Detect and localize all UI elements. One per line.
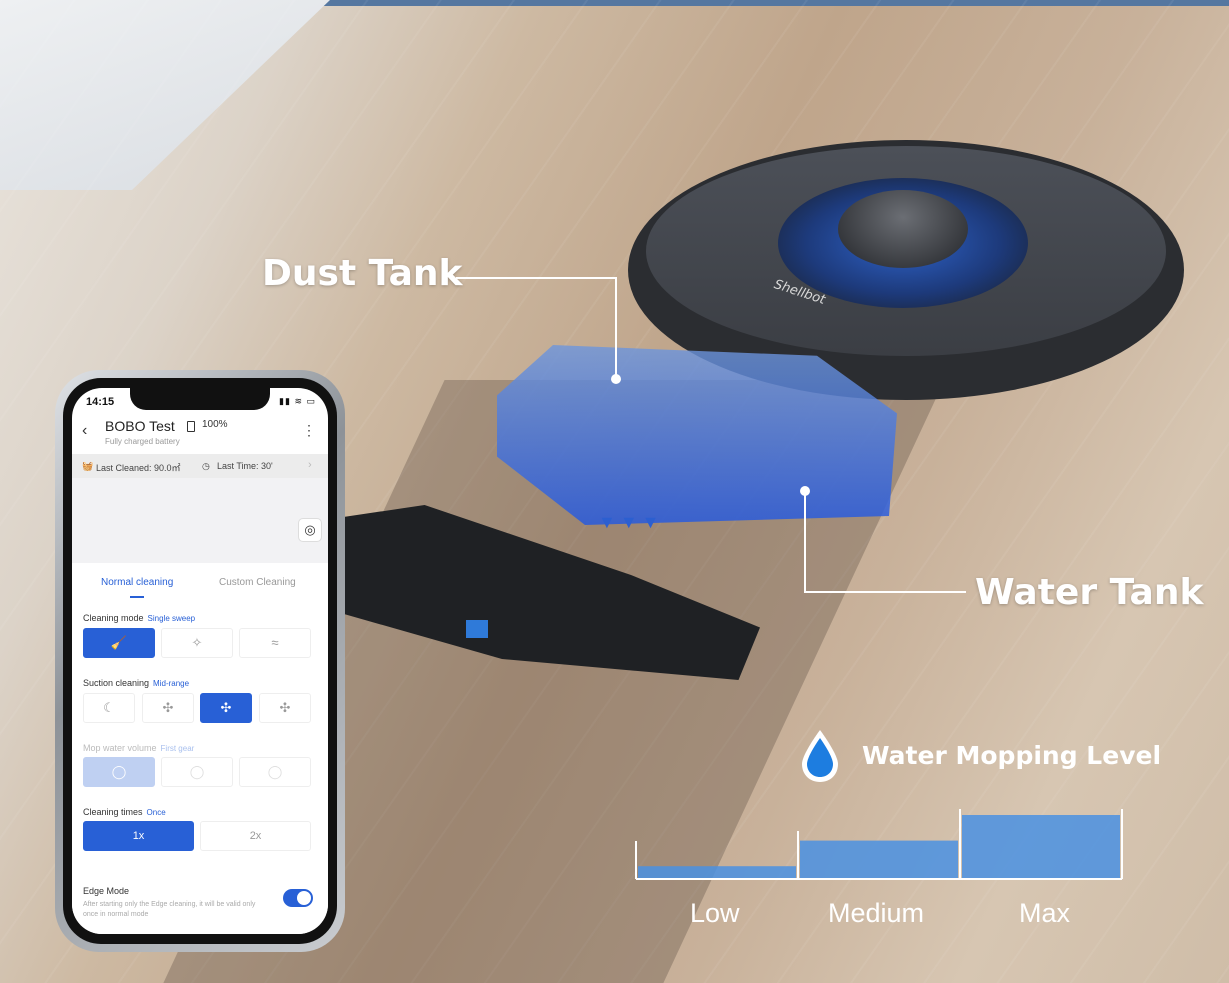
cleaning-settings-panel: Normal cleaning Custom Cleaning Cleaning… [72,563,328,934]
cleaning-mode-section: Cleaning mode Single sweep [83,613,195,623]
level-low-label: Low [690,898,740,928]
edge-mode-toggle[interactable] [283,889,313,907]
clock-icon: ◷ [202,461,210,471]
last-cleaned-area: Last Cleaned: 90.0㎡ [96,463,181,473]
level-medium-label: Medium [828,898,925,928]
drop-icon: ◯ [267,764,283,779]
broom-icon: 🧹 [110,635,128,650]
status-time: 14:15 [86,396,115,408]
mop-water-value: First gear [160,744,195,753]
product-hero: Shellbot ▼▼▼ Dust Tank Water Tank Water … [0,0,1229,983]
fan-low-icon: ✣ [162,700,174,715]
robot-lidar-turret [838,190,968,268]
times-2x-button[interactable]: 2x [200,821,311,851]
battery-status: Fully charged battery [105,437,180,446]
cleaning-times-label: Cleaning times [83,807,143,817]
mode-sweep-button[interactable]: 🧹 [83,628,155,658]
cleaning-mode-label: Cleaning mode [83,613,144,623]
water-tank-line-v [804,491,806,592]
water-drop-icon [798,728,842,784]
robot-locate-icon[interactable]: ◎ [298,518,322,542]
suction-max-button[interactable]: ✣ [259,693,311,723]
wave-icon: ≈ [271,635,279,650]
water-mopping-level-title: Water Mopping Level [862,741,1162,770]
mode-sweep-mop-button[interactable]: ✧ [161,628,233,658]
chevron-right-icon: › [308,459,312,471]
status-icons: ▮▮ ≋ ▭ [279,396,316,406]
mop-latch [466,620,488,638]
water-second-gear-button[interactable]: ◯ [161,757,233,787]
drop-icon: ◯ [111,764,127,779]
broom-drop-icon: ✧ [191,635,203,650]
device-name: BOBO Test [105,418,175,434]
flow-arrows-icon: ▼▼▼ [598,512,664,532]
cleaning-stats-bar[interactable]: 🧺 Last Cleaned: 90.0㎡ ◷ Last Time: 30' › [72,454,328,478]
suction-value: Mid-range [153,679,190,688]
mode-mop-button[interactable]: ≈ [239,628,311,658]
edge-mode-description: After starting only the Edge cleaning, i… [83,901,256,918]
app-screen: 14:15 ▮▮ ≋ ▭ ‹ BOBO Test 100% Fully char… [72,388,328,934]
back-icon[interactable]: ‹ [82,422,87,440]
water-level-chart [635,809,1123,880]
dust-tank-label: Dust Tank [262,253,463,294]
moon-icon: ☾ [103,700,115,715]
suction-standard-button[interactable]: ✣ [142,693,194,723]
fan-mid-icon: ✣ [220,700,232,715]
mop-water-label: Mop water volume [83,743,157,753]
water-tank-line-h [804,591,966,593]
cleaning-mode-value: Single sweep [147,614,196,623]
water-tank-label: Water Tank [975,572,1204,613]
tab-custom-cleaning[interactable]: Custom Cleaning [219,577,296,588]
suction-quiet-button[interactable]: ☾ [83,693,135,723]
times-1x-button[interactable]: 1x [83,821,194,851]
map-area[interactable]: ◎ [72,478,328,563]
cleaning-times-value: Once [146,808,166,817]
edge-mode-title: Edge Mode [83,886,130,896]
cleaning-times-section: Cleaning times Once [83,807,166,817]
battery-icon [187,421,195,432]
water-level-bar-medium [800,840,958,879]
last-cleaning-time: Last Time: 30' [217,461,273,471]
water-level-bar-low [638,866,796,879]
active-tab-indicator [130,596,144,598]
tab-normal-cleaning[interactable]: Normal cleaning [101,577,173,588]
water-level-bar-max [962,815,1120,879]
water-dust-tank-image [497,345,897,525]
more-menu-icon[interactable]: ⋮ [302,422,316,439]
app-header: ‹ BOBO Test 100% Fully charged battery ⋮ [72,414,328,454]
smartphone-mockup: 14:15 ▮▮ ≋ ▭ ‹ BOBO Test 100% Fully char… [55,370,345,952]
mop-water-section: Mop water volume First gear [83,743,194,753]
battery-percent: 100% [202,419,228,430]
basket-icon: 🧺 [82,461,94,471]
water-first-gear-button[interactable]: ◯ [83,757,155,787]
suction-section: Suction cleaning Mid-range [83,678,189,688]
suction-mid-button[interactable]: ✣ [200,693,252,723]
water-third-gear-button[interactable]: ◯ [239,757,311,787]
suction-label: Suction cleaning [83,678,150,688]
toggle-knob [297,891,311,905]
dust-tank-dot [611,374,621,384]
phone-notch [130,388,270,410]
level-max-label: Max [1019,898,1071,928]
drop-icon: ◯ [189,764,205,779]
dust-tank-line-v [615,277,617,377]
fan-max-icon: ✣ [279,700,291,715]
dust-tank-line-h [456,277,616,279]
